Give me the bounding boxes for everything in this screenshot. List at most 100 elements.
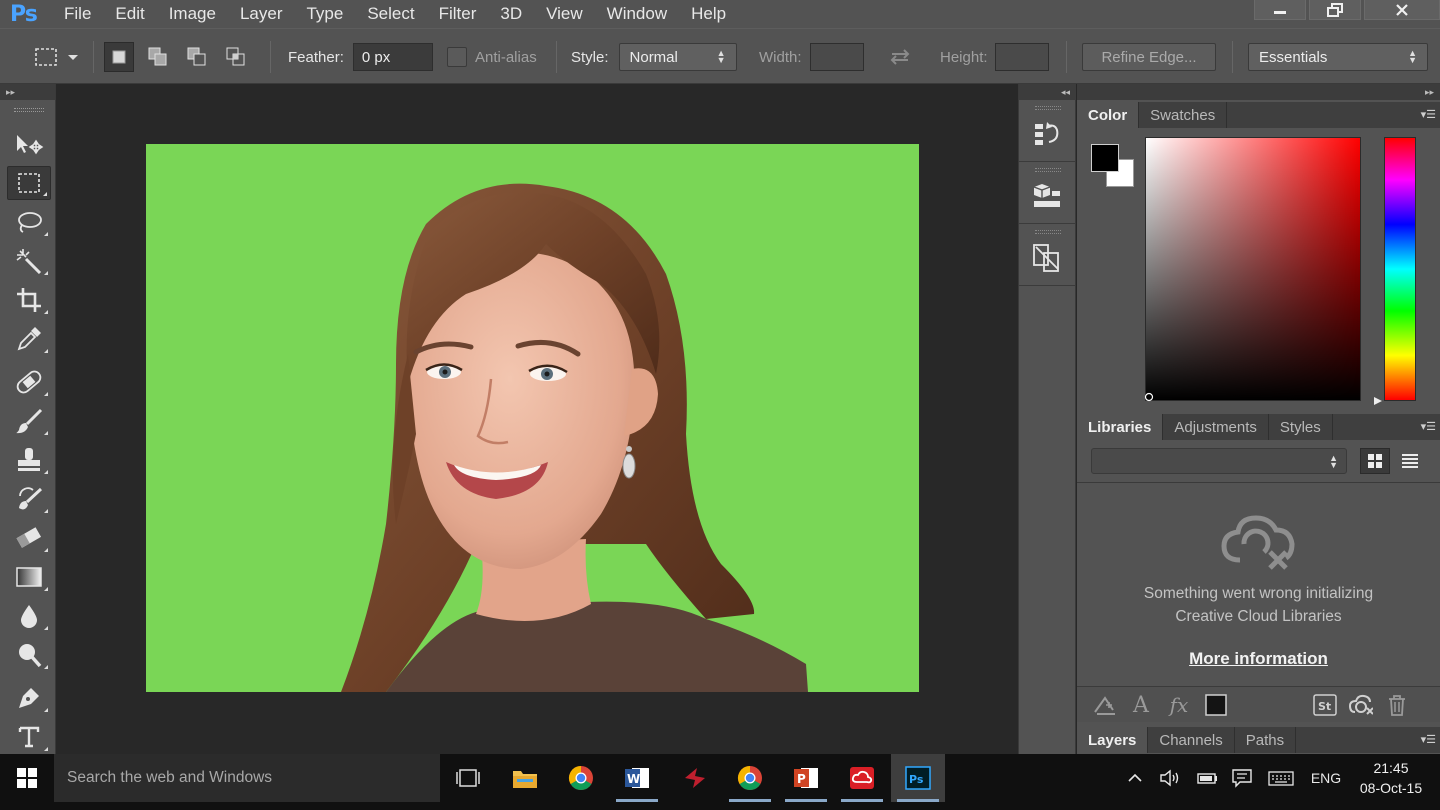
menu-select[interactable]: Select: [355, 0, 426, 28]
file-explorer-app[interactable]: [498, 754, 552, 802]
sync-status-button[interactable]: [1349, 693, 1373, 717]
word-app[interactable]: W: [610, 754, 664, 802]
antialias-checkbox[interactable]: [447, 47, 467, 67]
grid-view-button[interactable]: [1360, 448, 1390, 474]
height-input[interactable]: [994, 43, 1049, 71]
start-button[interactable]: [0, 754, 54, 802]
collapse-panels-button[interactable]: ▸▸: [1077, 84, 1440, 100]
more-information-link[interactable]: More information: [1077, 649, 1440, 669]
add-fill-color-button[interactable]: [1204, 693, 1228, 717]
task-view-button[interactable]: [441, 754, 495, 802]
new-selection-button[interactable]: [104, 42, 134, 72]
add-character-style-button[interactable]: A: [1129, 693, 1153, 718]
add-to-selection-button[interactable]: [143, 42, 173, 72]
photoshop-app[interactable]: Ps: [891, 754, 945, 802]
pen-tool[interactable]: [7, 681, 51, 715]
properties-button[interactable]: [1031, 242, 1063, 274]
tools-grip[interactable]: [14, 108, 44, 112]
tool-preset-picker[interactable]: [34, 29, 80, 85]
add-graphic-button[interactable]: [1093, 693, 1117, 717]
minimize-button[interactable]: [1254, 0, 1306, 20]
foreground-background-swatches[interactable]: [1089, 142, 1139, 192]
history-button[interactable]: [1031, 118, 1063, 150]
tab-channels[interactable]: Channels: [1148, 727, 1235, 753]
chrome-app[interactable]: [554, 754, 608, 802]
action-center-button[interactable]: [1230, 754, 1254, 802]
eyedropper-tool[interactable]: [7, 322, 51, 356]
panel-menu-icon[interactable]: ▾☰: [1421, 733, 1436, 746]
canvas-area[interactable]: [57, 84, 1017, 754]
stock-button[interactable]: St: [1313, 693, 1337, 717]
menu-filter[interactable]: Filter: [427, 0, 489, 28]
show-hidden-icons-button[interactable]: [1124, 754, 1146, 802]
tab-swatches[interactable]: Swatches: [1139, 102, 1228, 128]
input-language[interactable]: ENG: [1306, 754, 1346, 802]
menu-3d[interactable]: 3D: [488, 0, 534, 28]
close-button[interactable]: [1364, 0, 1440, 20]
brush-tool[interactable]: [7, 404, 51, 438]
chrome-icon: [568, 766, 593, 791]
color-picker-field[interactable]: [1144, 137, 1361, 402]
history-brush-tool[interactable]: [7, 482, 51, 516]
tab-styles[interactable]: Styles: [1269, 414, 1333, 440]
chrome-app-2[interactable]: [723, 754, 777, 802]
crop-tool[interactable]: [7, 283, 51, 317]
type-tool[interactable]: [7, 720, 51, 754]
tab-libraries[interactable]: Libraries: [1077, 414, 1164, 440]
menu-window[interactable]: Window: [595, 0, 679, 28]
delete-button[interactable]: [1385, 693, 1409, 717]
refine-edge-button[interactable]: Refine Edge...: [1082, 43, 1216, 71]
restore-button[interactable]: [1309, 0, 1361, 20]
system-clock[interactable]: 21:45 08-Oct-15: [1356, 758, 1426, 798]
collapse-icons-button[interactable]: ◂◂: [1019, 84, 1076, 100]
library-selector[interactable]: ▲ ▼: [1091, 448, 1347, 474]
workspace-dropdown[interactable]: Essentials ▲ ▼: [1248, 43, 1428, 71]
width-input[interactable]: [809, 43, 864, 71]
dodge-icon: [19, 644, 42, 668]
magic-wand-tool[interactable]: [7, 244, 51, 278]
panel-icon-strip: ◂◂: [1018, 84, 1076, 754]
creative-cloud-app[interactable]: [835, 754, 889, 802]
options-bar: Feather: 0 px Anti-alias Style: Normal ▲…: [0, 28, 1440, 84]
eraser-tool[interactable]: [7, 521, 51, 555]
3d-panel-button[interactable]: [1031, 180, 1063, 212]
menu-view[interactable]: View: [534, 0, 595, 28]
subtract-from-selection-button[interactable]: [182, 42, 212, 72]
swap-width-height-button[interactable]: [888, 29, 912, 85]
move-tool[interactable]: [7, 127, 51, 161]
volume-button[interactable]: [1158, 754, 1182, 802]
powerpoint-app[interactable]: P: [779, 754, 833, 802]
add-layer-style-button[interactable]: fx: [1167, 693, 1191, 717]
expand-tools-icon[interactable]: ▸▸: [0, 84, 55, 100]
menu-edit[interactable]: Edit: [103, 0, 156, 28]
filezilla-app[interactable]: [668, 754, 722, 802]
intersect-selection-button[interactable]: [221, 42, 251, 72]
rectangular-marquee-tool[interactable]: [7, 166, 51, 200]
tab-paths[interactable]: Paths: [1235, 727, 1297, 753]
menu-layer[interactable]: Layer: [228, 0, 295, 28]
menu-help[interactable]: Help: [679, 0, 738, 28]
panel-menu-icon[interactable]: ▾☰: [1421, 420, 1436, 433]
tab-color[interactable]: Color: [1077, 102, 1140, 128]
spot-healing-brush-tool[interactable]: [7, 365, 51, 399]
lasso-tool[interactable]: [7, 205, 51, 239]
clone-stamp-tool[interactable]: [7, 443, 51, 477]
menu-file[interactable]: File: [52, 0, 103, 28]
panel-menu-icon[interactable]: ▾☰: [1421, 108, 1436, 121]
tab-adjustments[interactable]: Adjustments: [1163, 414, 1269, 440]
menu-type[interactable]: Type: [294, 0, 355, 28]
battery-button[interactable]: [1196, 754, 1220, 802]
blur-tool[interactable]: [7, 599, 51, 633]
menu-image[interactable]: Image: [157, 0, 228, 28]
foreground-color-swatch[interactable]: [1091, 144, 1119, 172]
hue-slider[interactable]: [1374, 137, 1416, 405]
style-dropdown[interactable]: Normal ▲ ▼: [618, 43, 737, 71]
feather-input[interactable]: 0 px: [352, 43, 433, 71]
list-view-button[interactable]: [1395, 448, 1425, 474]
tab-layers[interactable]: Layers: [1077, 727, 1149, 753]
dodge-tool[interactable]: [7, 638, 51, 672]
document-canvas[interactable]: [146, 144, 919, 692]
touch-keyboard-button[interactable]: [1266, 754, 1296, 802]
taskbar-search-box[interactable]: Search the web and Windows: [54, 754, 440, 802]
gradient-tool[interactable]: [7, 560, 51, 594]
